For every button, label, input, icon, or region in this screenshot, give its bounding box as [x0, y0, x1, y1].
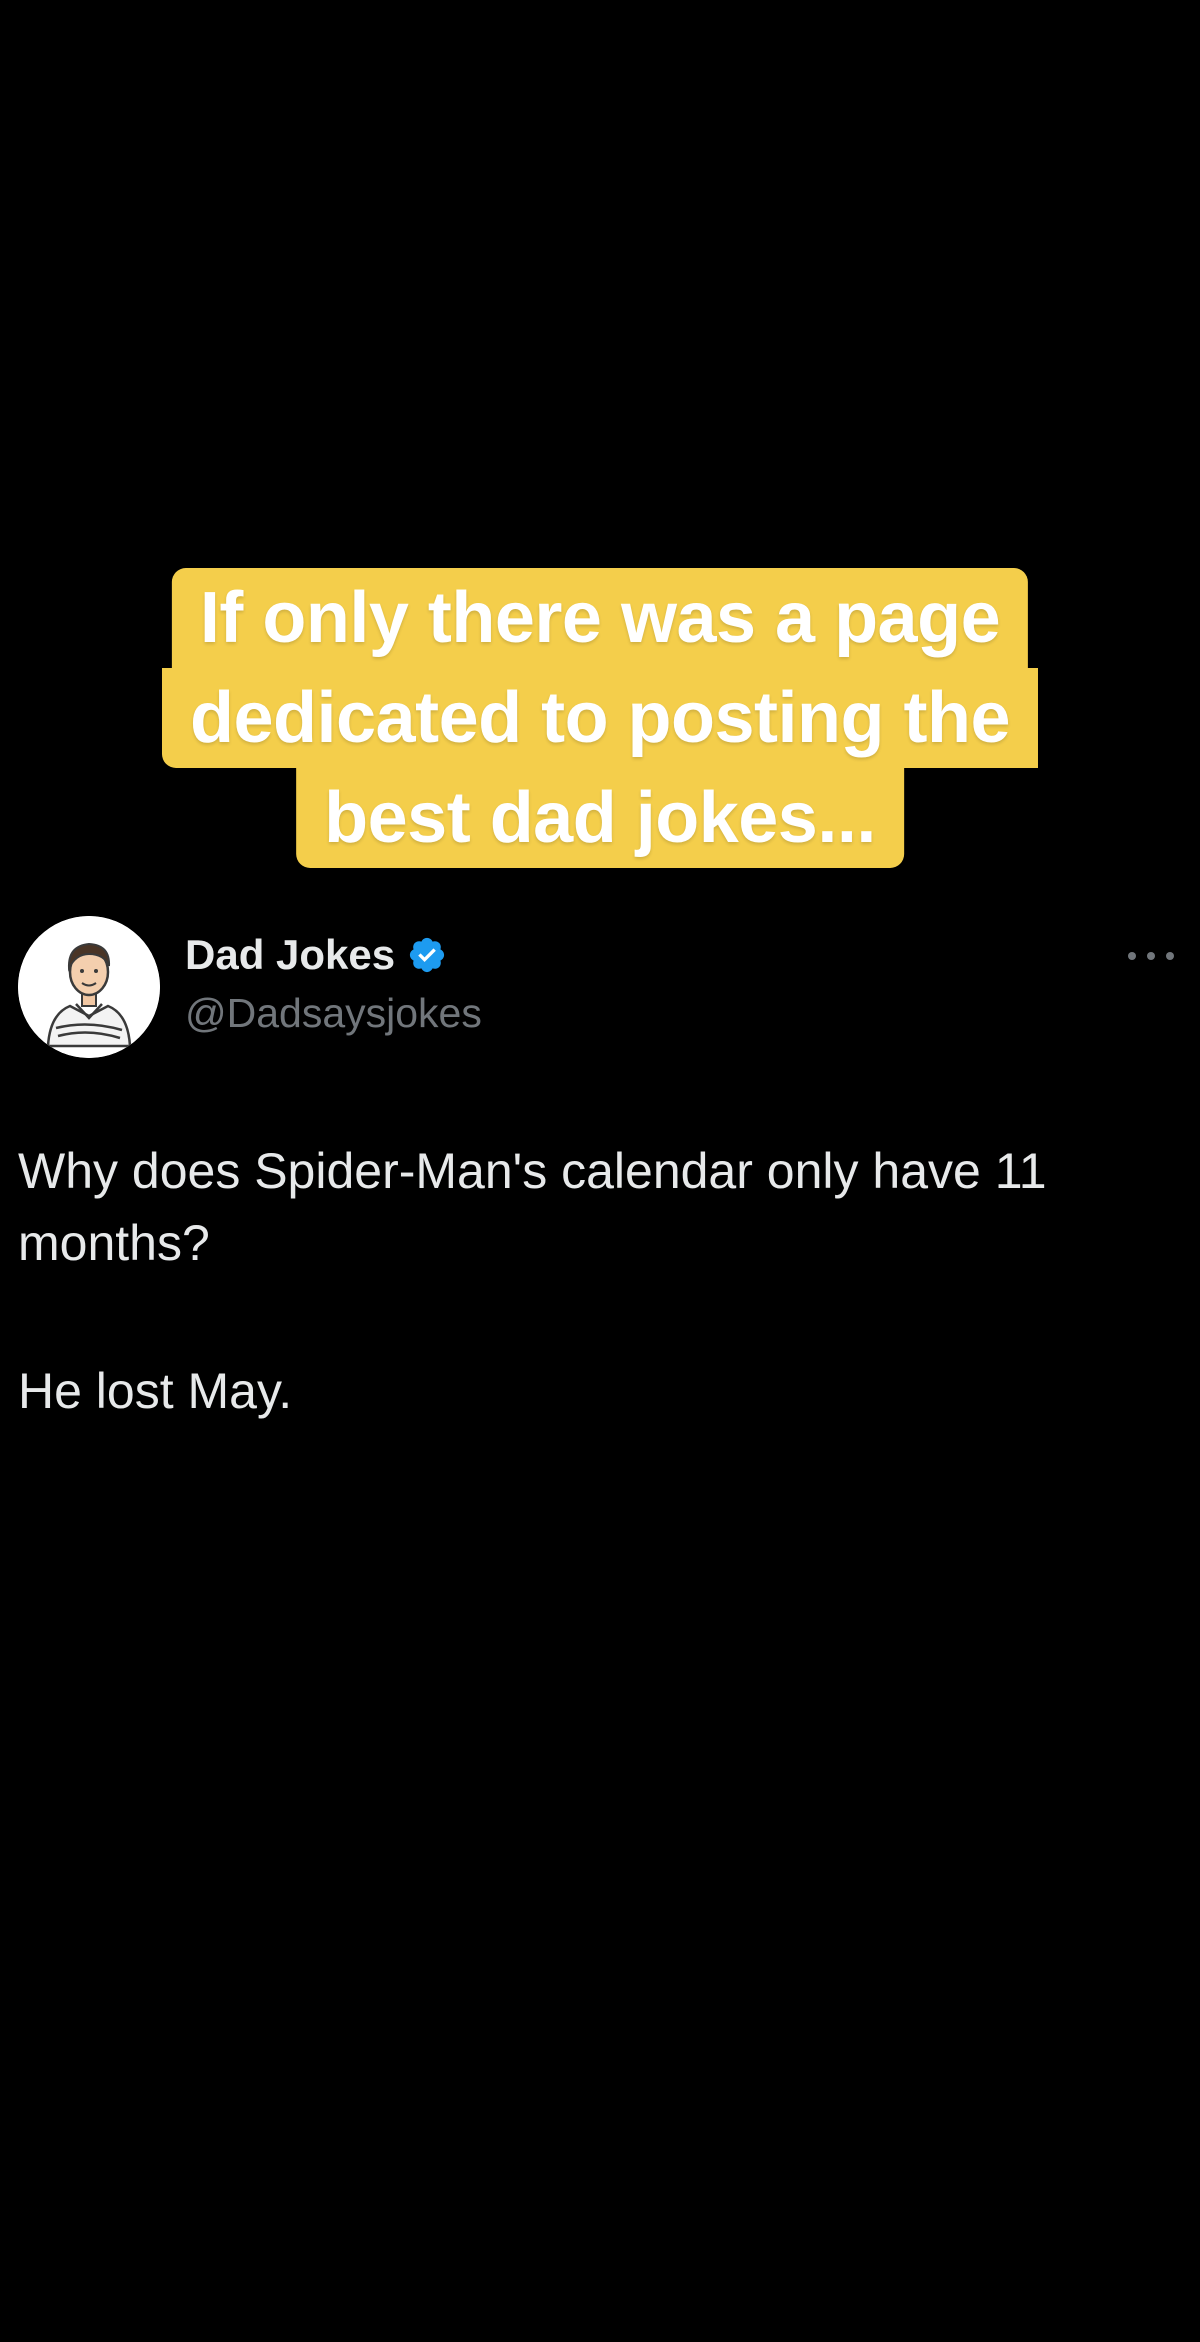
more-options-icon[interactable] — [1128, 946, 1174, 966]
tweet-header: Dad Jokes @Dadsaysjokes — [18, 916, 1182, 1058]
tweet-question: Why does Spider-Man's calendar only have… — [18, 1143, 1047, 1271]
avatar[interactable] — [18, 916, 160, 1058]
caption-line-3: best dad jokes... — [296, 768, 904, 868]
verified-badge-icon — [407, 935, 447, 975]
dad-avatar-icon — [18, 916, 160, 1058]
tweet-answer: He lost May. — [18, 1363, 293, 1419]
user-handle[interactable]: @Dadsaysjokes — [185, 988, 482, 1038]
caption-line-2: dedicated to posting the — [161, 668, 1039, 768]
tweet-body: Why does Spider-Man's calendar only have… — [18, 1135, 1168, 1427]
display-name[interactable]: Dad Jokes — [185, 930, 395, 980]
caption-line-1: If only there was a page — [171, 568, 1029, 668]
display-name-row[interactable]: Dad Jokes — [185, 930, 447, 980]
